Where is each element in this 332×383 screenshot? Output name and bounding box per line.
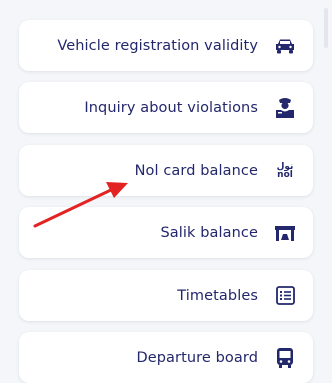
annotation-arrow (33, 182, 128, 228)
